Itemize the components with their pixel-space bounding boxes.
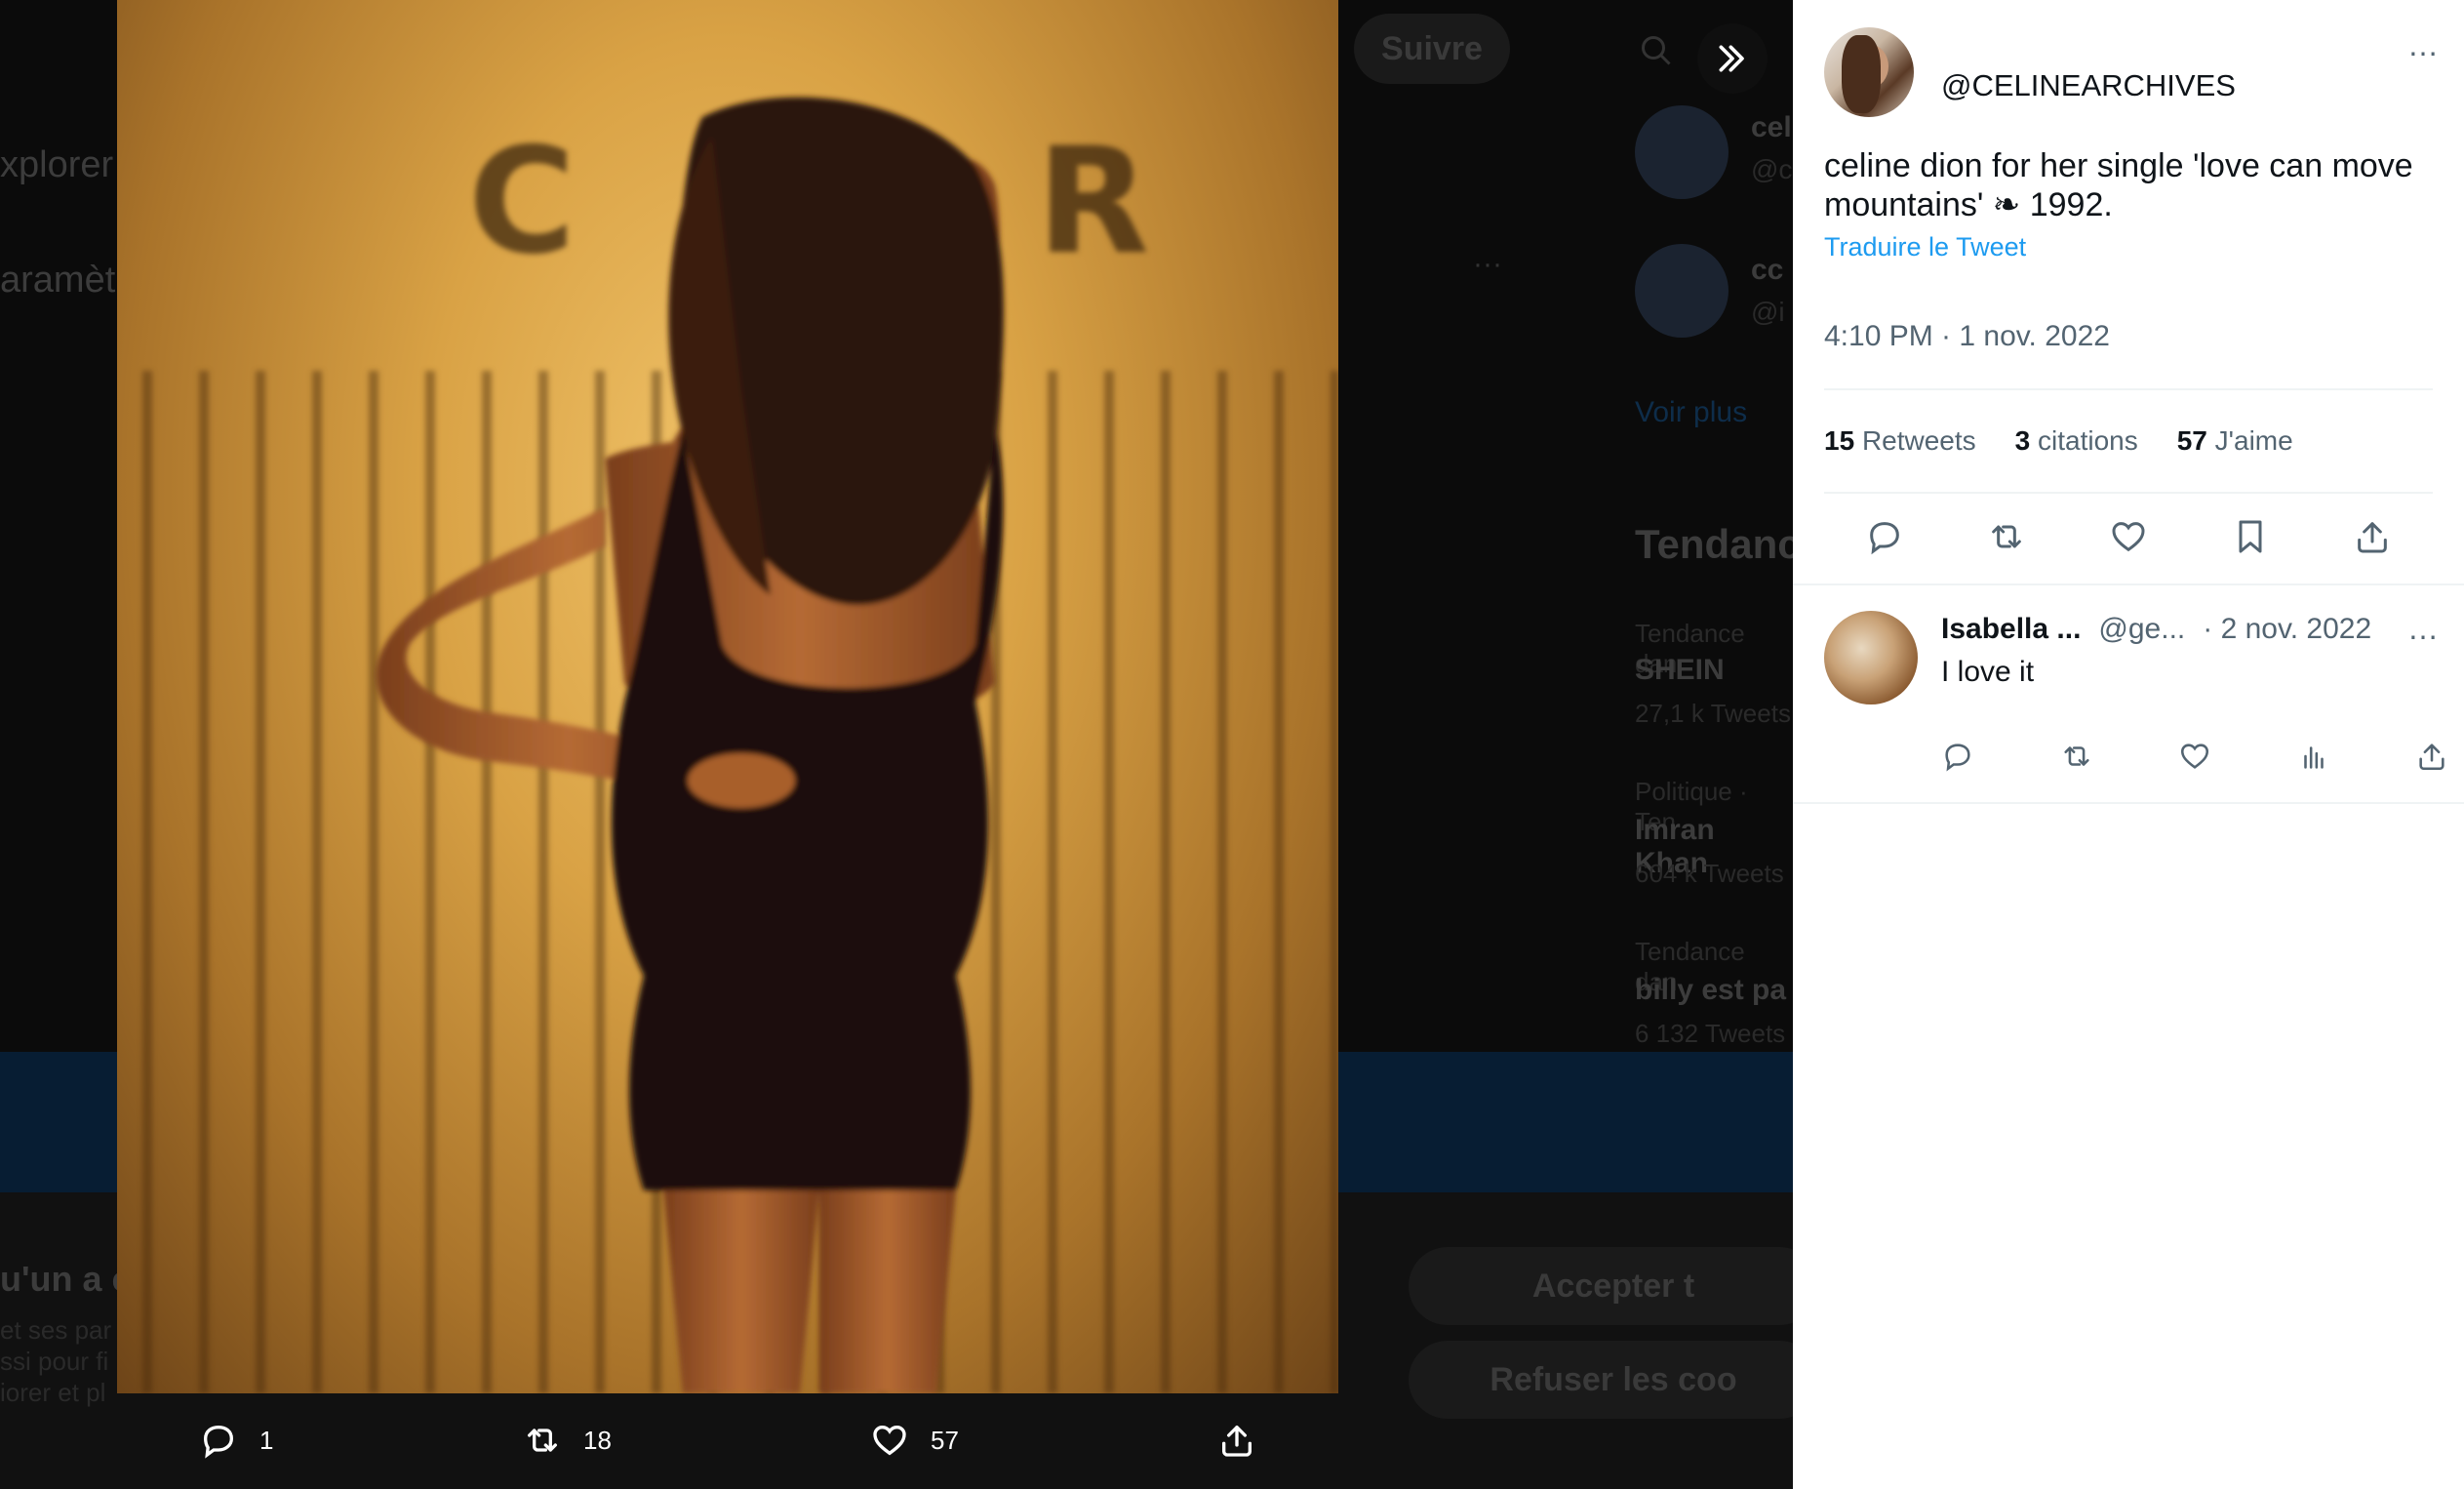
viewer-retweet-count: 18 (583, 1425, 612, 1455)
who-to-follow-name: cel (1751, 111, 1792, 143)
heart-icon[interactable] (2178, 740, 2211, 773)
retweet-icon (528, 1429, 557, 1452)
likes-label: J'aime (2214, 425, 2293, 456)
share-icon (1222, 1426, 1252, 1457)
reply-more-options-icon[interactable]: … (2407, 611, 2440, 647)
more-options-icon[interactable]: … (2407, 27, 2440, 63)
retweets-label: Retweets (1861, 425, 1976, 456)
trend-count: 27,1 k Tweets (1635, 699, 1791, 728)
likes-count: 57 (2176, 425, 2207, 456)
trend-count: 6 132 Tweets (1635, 1019, 1786, 1048)
accept-cookies-button: Accepter t (1409, 1247, 1793, 1325)
quotes-label: citations (2038, 425, 2138, 456)
show-more-link: Voir plus (1635, 396, 1748, 428)
trend-title: SHEIN (1635, 654, 1725, 686)
retweet-icon[interactable] (2060, 740, 2093, 773)
trend-count: 604 k Tweets (1635, 859, 1784, 888)
tweet-stats: 15 Retweets 3 citations 57 J'aime (1824, 425, 2293, 457)
reply-avatar[interactable] (1824, 611, 1918, 704)
reply-author-handle[interactable]: @ge... (2098, 613, 2185, 646)
woman-figure (376, 97, 1004, 1393)
divider (1824, 388, 2433, 390)
reply-header: Isabella ... @ge... · 2 nov. 2022 (1941, 613, 2371, 646)
viewer-share-button[interactable] (1217, 1421, 1278, 1460)
collapse-panel-button[interactable] (1697, 23, 1768, 94)
retweets-count: 15 (1824, 425, 1855, 456)
divider (1793, 584, 2464, 585)
bookmark-icon[interactable] (2231, 517, 2270, 556)
translate-tweet-link[interactable]: Traduire le Tweet (1824, 232, 2026, 262)
nav-parametres: aramèt (0, 260, 116, 301)
author-avatar[interactable] (1824, 27, 1914, 117)
tweet-text: celine dion for her single 'love can mov… (1824, 146, 2413, 224)
who-to-follow-handle: @c (1751, 154, 1793, 184)
cookie-line: ssi pour fi (0, 1347, 109, 1376)
reply-icon (203, 1425, 234, 1459)
viewer-like-count: 57 (931, 1425, 959, 1455)
divider (1793, 802, 2464, 804)
tweet-actions (1824, 517, 2433, 556)
divider (1824, 492, 2433, 494)
trend-title: billy est pa (1635, 974, 1787, 1006)
search-icon (1642, 36, 1671, 65)
nav-explorer: xplorer (0, 144, 114, 185)
reply-actions (1941, 740, 2448, 773)
viewer-reply-count: 1 (259, 1425, 274, 1455)
heart-icon[interactable] (2109, 517, 2148, 556)
reply-author-name[interactable]: Isabella ... (1941, 613, 2081, 646)
trends-title: Tendanc (1635, 521, 1793, 567)
share-icon[interactable] (2415, 740, 2448, 773)
cookie-title: u'un a c (0, 1259, 132, 1299)
reply-icon[interactable] (1865, 517, 1904, 556)
quotes-count: 3 (2014, 425, 2031, 456)
reply-icon[interactable] (1941, 740, 1974, 773)
viewer-like-button[interactable]: 57 (870, 1421, 959, 1460)
reply-date[interactable]: · 2 nov. 2022 (2203, 613, 2371, 646)
avatar (1635, 105, 1729, 199)
refuse-cookies-button: Refuser les coo (1409, 1341, 1793, 1419)
tweet-text-line: celine dion for her single 'love can mov… (1824, 147, 2413, 184)
likes-stat[interactable]: 57 J'aime (2177, 425, 2293, 457)
who-to-follow-handle: @i (1751, 297, 1785, 327)
double-chevron-right-icon (1719, 45, 1744, 72)
tweet-photo[interactable]: C EX R (117, 0, 1338, 1393)
share-icon[interactable] (2353, 517, 2392, 556)
heart-icon (873, 1425, 906, 1456)
tweet-text-line: mountains' ❧ 1992. (1824, 186, 2113, 223)
analytics-icon[interactable] (2297, 740, 2330, 773)
reply-text: I love it (1941, 656, 2035, 688)
who-to-follow-name: cc (1751, 254, 1784, 286)
follow-button: Suivre (1354, 14, 1510, 84)
tweet-detail-panel: @CELINEARCHIVES … celine dion for her si… (1793, 0, 2464, 1489)
retweet-icon[interactable] (1987, 517, 2026, 556)
retweets-stat[interactable]: 15 Retweets (1824, 425, 1976, 457)
more-icon: ··· (1473, 248, 1502, 280)
viewer-reply-button[interactable]: 1 (199, 1421, 273, 1460)
avatar (1635, 244, 1729, 338)
cookie-line: et ses par (0, 1315, 112, 1345)
viewer-retweet-button[interactable]: 18 (523, 1421, 612, 1460)
tweet-timestamp[interactable]: 4:10 PM · 1 nov. 2022 (1824, 320, 2110, 353)
cookie-line: iorer et pl (0, 1378, 106, 1407)
author-handle[interactable]: @CELINEARCHIVES (1941, 68, 2236, 103)
quotes-stat[interactable]: 3 citations (2015, 425, 2138, 457)
